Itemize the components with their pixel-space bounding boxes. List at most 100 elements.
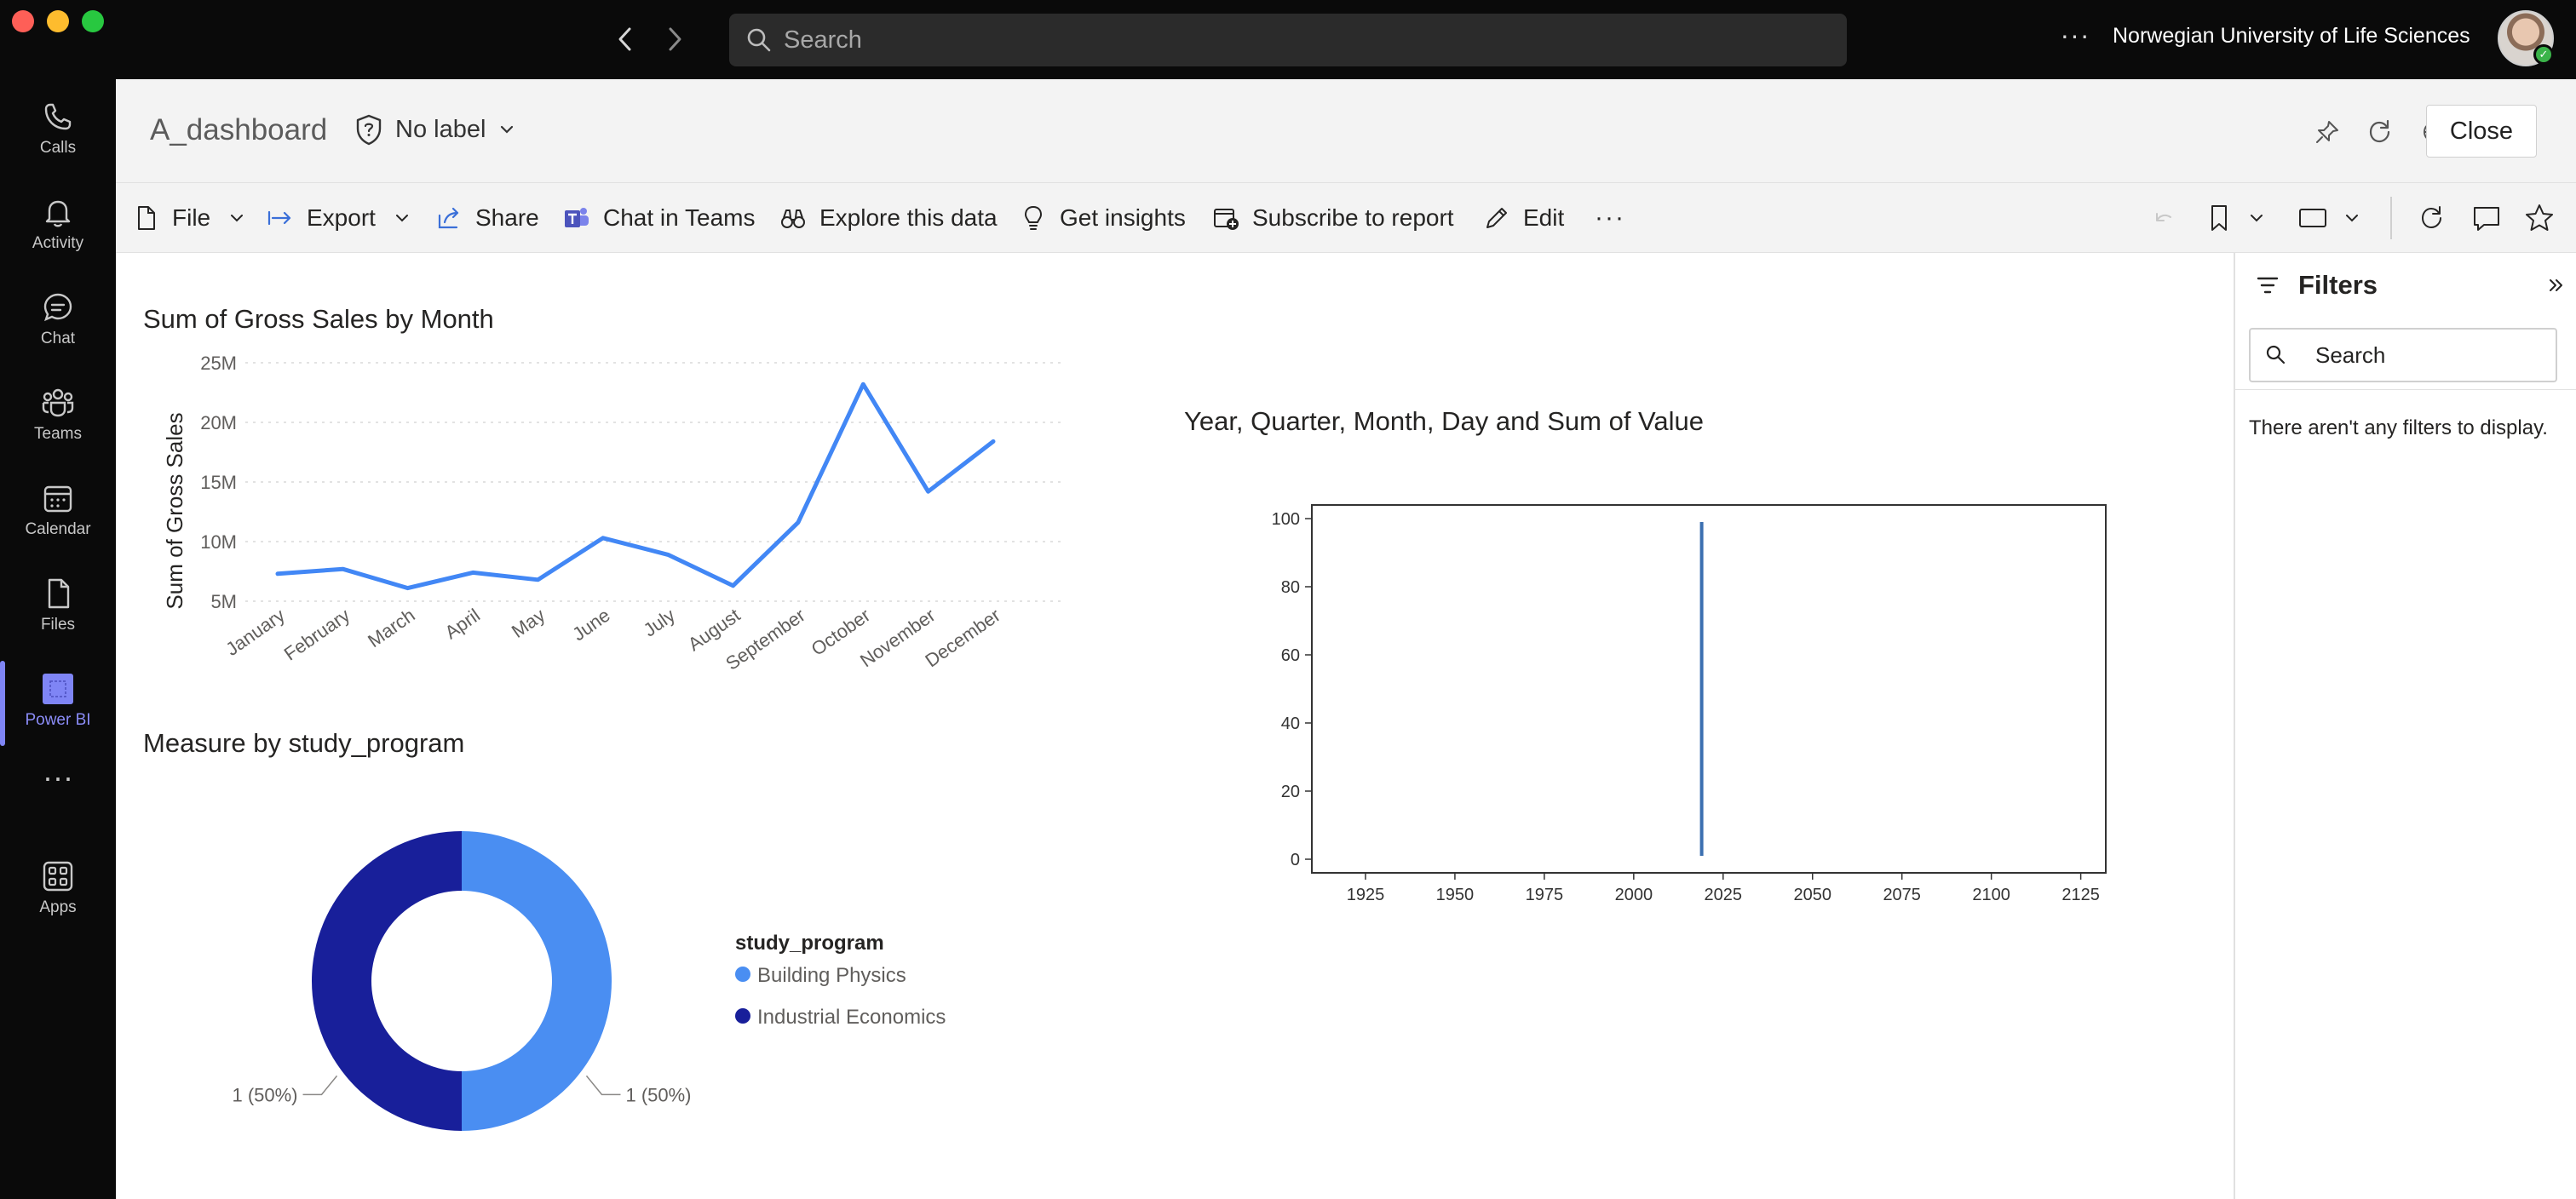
get-insights-label: Get insights — [1060, 204, 1186, 231]
lightbulb-icon — [1025, 206, 1042, 230]
filter-search-input[interactable]: Search — [2249, 328, 2557, 382]
file-menu[interactable]: File — [131, 200, 246, 236]
export-icon — [267, 210, 291, 226]
x-tick-label: July — [640, 605, 679, 641]
chat-in-teams-label: Chat in Teams — [603, 204, 756, 231]
x-tick-label: 1975 — [1526, 886, 1564, 904]
share-label: Share — [475, 204, 539, 231]
chat-in-teams-button[interactable]: Chat in Teams — [562, 200, 755, 236]
x-tick-label: 2125 — [2061, 886, 2100, 904]
edit-label: Edit — [1523, 204, 1565, 231]
sensitivity-label: No label — [395, 115, 486, 143]
rail-item-calendar[interactable]: Calendar — [0, 468, 116, 553]
page-title: A_dashboard — [150, 113, 328, 146]
get-insights-button[interactable]: Get insights — [1019, 200, 1186, 236]
value-date-chart[interactable]: 0 20 40 60 80 100 1925 1950 1975 2000 2025 2050 207… — [1249, 500, 2237, 943]
donut-slice[interactable] — [462, 831, 612, 1131]
subscribe-label: Subscribe to report — [1252, 204, 1454, 231]
y-tick-label: 5M — [210, 591, 237, 612]
y-tick-label: 40 — [1281, 714, 1300, 733]
donut-slice[interactable] — [312, 831, 462, 1131]
search-icon — [747, 28, 771, 52]
export-menu[interactable]: Export — [266, 200, 411, 236]
study-program-chart-title: Measure by study_program — [143, 728, 465, 758]
bookmark-icon[interactable] — [2203, 202, 2235, 234]
x-tick-label: 1925 — [1347, 886, 1385, 904]
search-icon — [2266, 345, 2286, 364]
view-icon[interactable] — [2297, 202, 2329, 234]
explore-data-button[interactable]: Explore this data — [779, 200, 998, 236]
report-canvas: Sum of Gross Sales by Month 5M 10M 15M 20M 2… — [116, 253, 2234, 1199]
share-button[interactable]: Share — [434, 200, 539, 236]
x-tick-label: May — [508, 605, 549, 642]
export-label: Export — [307, 204, 376, 231]
file-icon — [48, 578, 70, 609]
rail-label: Chat — [40, 330, 76, 347]
comment-icon[interactable] — [2470, 202, 2503, 234]
y-tick-label: 10M — [200, 531, 237, 553]
pin-icon[interactable] — [2312, 117, 2343, 147]
toolbar-divider — [2390, 197, 2392, 239]
share-icon — [438, 207, 459, 229]
window-close-button[interactable] — [12, 10, 34, 32]
title-bar: Search ··· Norwegian University of Life … — [0, 0, 2576, 79]
rail-item-power-bi[interactable]: Power BI — [0, 658, 116, 743]
y-axis-title: Sum of Gross Sales — [162, 412, 187, 609]
sensitivity-label-dropdown[interactable]: No label — [354, 113, 528, 146]
chevron-down-icon — [501, 125, 514, 134]
view-chevron-down-icon[interactable] — [2336, 202, 2368, 234]
rail-item-activity[interactable]: Activity — [0, 181, 116, 267]
x-tick-label: 2075 — [1883, 886, 1921, 904]
rail-item-chat[interactable]: Chat — [0, 277, 116, 362]
rail-item-calls[interactable]: Calls — [0, 86, 116, 171]
y-tick-label: 0 — [1291, 851, 1300, 869]
pencil-icon — [1486, 208, 1507, 228]
report-toolbar: File Export Share Chat in Teams Explore … — [116, 183, 2576, 253]
x-tick-label: 2000 — [1615, 886, 1653, 904]
window-minimize-button[interactable] — [47, 10, 69, 32]
favorite-star-icon[interactable] — [2523, 202, 2556, 234]
more-options-icon[interactable]: ··· — [2058, 21, 2092, 56]
filters-empty-message: There aren't any filters to display. — [2249, 416, 2548, 439]
refresh-icon[interactable] — [2365, 117, 2395, 147]
legend-item[interactable]: Industrial Economics — [757, 1006, 946, 1029]
rail-label: Teams — [34, 425, 82, 443]
y-tick-label: 100 — [1272, 510, 1300, 529]
phone-icon — [44, 103, 72, 130]
bookmark-chevron-down-icon[interactable] — [2240, 202, 2273, 234]
rail-item-teams[interactable]: Teams — [0, 372, 116, 457]
collapse-pane-icon[interactable] — [2544, 273, 2567, 297]
more-options-icon[interactable]: ··· — [1595, 200, 1625, 236]
forward-arrow-icon[interactable] — [658, 19, 692, 60]
legend-marker — [735, 1008, 750, 1024]
x-tick-label: January — [221, 605, 288, 660]
x-tick-label: April — [441, 605, 484, 644]
window-zoom-button[interactable] — [82, 10, 104, 32]
legend-item[interactable]: Building Physics — [757, 964, 906, 987]
global-search-input[interactable]: Search — [729, 14, 1847, 66]
undo-icon — [2148, 202, 2181, 234]
back-arrow-icon[interactable] — [608, 19, 642, 60]
y-tick-label: 20M — [200, 412, 237, 433]
power-bi-icon — [43, 674, 73, 704]
organization-name[interactable]: Norwegian University of Life Sciences — [2113, 24, 2470, 49]
app-rail: Calls Activity Chat Teams Calendar Files… — [0, 79, 116, 1199]
rail-item-apps[interactable]: Apps — [0, 846, 116, 931]
more-apps-icon[interactable]: ··· — [0, 762, 116, 793]
rail-item-files[interactable]: Files — [0, 563, 116, 648]
study-program-donut-chart[interactable]: 1 (50%) 1 (50%) study_program Building Ph… — [133, 798, 1104, 1190]
gross-sales-line-chart[interactable]: 5M 10M 15M 20M 25M JanuaryFebruary March April… — [133, 342, 1087, 679]
filter-search-placeholder: Search — [2315, 341, 2386, 368]
filter-icon — [2257, 277, 2279, 294]
search-placeholder: Search — [784, 26, 862, 54]
x-tick-label: February — [280, 605, 354, 665]
filters-title: Filters — [2298, 270, 2378, 300]
plot-area — [1311, 504, 2107, 874]
close-button[interactable]: Close — [2426, 105, 2537, 158]
x-tick-label: 2025 — [1705, 886, 1743, 904]
edit-button[interactable]: Edit — [1482, 200, 1564, 236]
x-tick-label: June — [568, 605, 613, 645]
refresh-icon[interactable] — [2416, 202, 2448, 234]
subscribe-button[interactable]: Subscribe to report — [1211, 200, 1454, 236]
teams-icon — [42, 388, 74, 417]
